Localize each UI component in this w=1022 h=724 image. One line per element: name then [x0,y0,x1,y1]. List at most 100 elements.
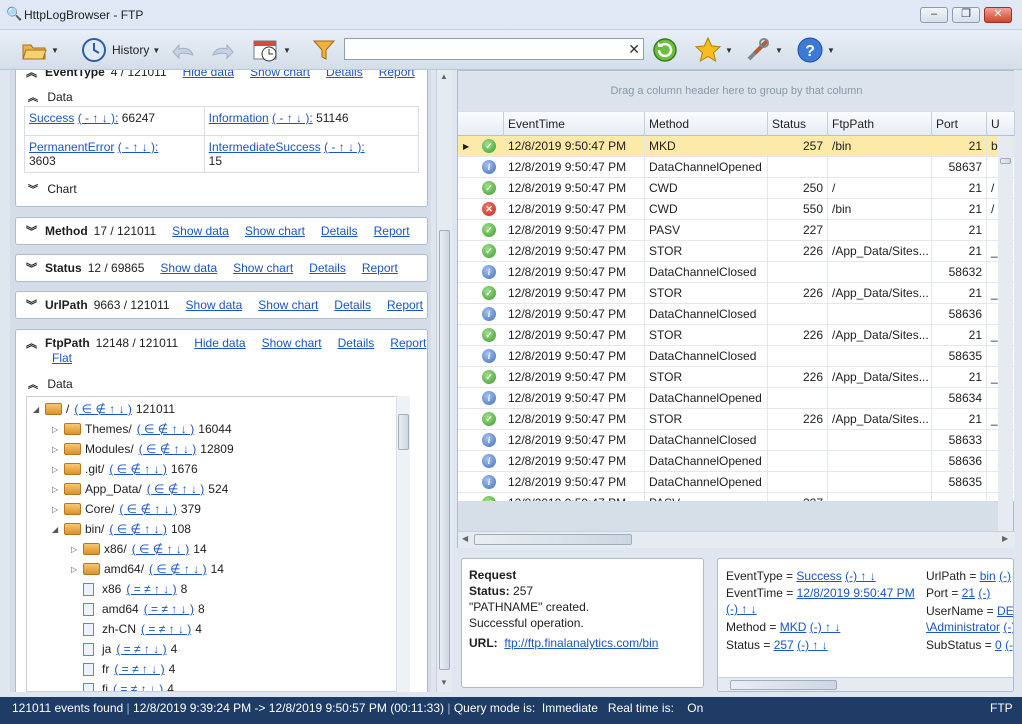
tree-node[interactable]: ◢ / ( ∈ ∉ ↑ ↓ ) 121011 [33,399,175,419]
minimize-button[interactable]: ‒ [920,7,948,23]
eventtype-hide-data-link[interactable]: Hide data [183,70,234,79]
ftppath-report-link[interactable]: Report [390,336,426,350]
expander-icon[interactable]: ◢ [52,525,64,534]
filter-ops[interactable]: (-) ↑ ↓ [726,602,757,616]
urlpath-report-link[interactable]: Report [387,298,423,312]
cell-eventtime[interactable]: 12/8/2019 9:50:47 PM [504,451,645,472]
cell-status[interactable]: 227 [768,220,828,241]
cell-method[interactable]: DataChannelClosed [645,346,768,367]
status-show-data-link[interactable]: Show data [160,261,217,275]
cell-eventtime[interactable]: 12/8/2019 9:50:47 PM [504,178,645,199]
cell-status[interactable] [768,472,828,493]
ftppath-flat-link[interactable]: Flat [52,351,72,365]
column-header-ftppath[interactable]: FtpPath [828,112,932,136]
table-row[interactable]: i 12/8/2019 9:50:47 PM DataChannelClosed 58… [458,262,1015,283]
table-row[interactable]: i 12/8/2019 9:50:47 PM DataChannelOpened 58… [458,157,1015,178]
filter-ops[interactable]: (-) [1003,620,1013,634]
cell-ftppath[interactable]: / [828,178,932,199]
cell-method[interactable]: DataChannelClosed [645,430,768,451]
cell-port[interactable]: 58636 [932,304,987,325]
cell-method[interactable]: STOR [645,241,768,262]
column-header-u[interactable]: U [987,112,1015,136]
tree-node[interactable]: fi ( = ≠ ↑ ↓ ) 4 [71,679,174,691]
tree-node[interactable]: ▷ amd64/ ( ∈ ∉ ↑ ↓ ) 14 [71,559,224,579]
close-window-button[interactable]: ✕ [984,7,1012,23]
cell-ftppath[interactable] [828,388,932,409]
collapse-icon[interactable]: ︽ [26,335,37,351]
tree-node-filter-ops[interactable]: ( ∈ ∉ ↑ ↓ ) [132,542,190,556]
cell-method[interactable]: CWD [645,199,768,220]
cell-method[interactable]: DataChannelOpened [645,388,768,409]
cell-method[interactable]: DataChannelOpened [645,472,768,493]
expander-icon[interactable]: ▷ [52,425,64,434]
tree-node-filter-ops[interactable]: ( ∈ ∉ ↑ ↓ ) [74,402,132,416]
ftppath-details-link[interactable]: Details [338,336,375,350]
prop-method-value[interactable]: MKD [780,620,807,634]
cell-status[interactable]: 226 [768,367,828,388]
cell-method[interactable]: STOR [645,409,768,430]
tree-node-filter-ops[interactable]: ( = ≠ ↑ ↓ ) [116,642,166,656]
cell-port[interactable] [932,493,987,501]
ftppath-hide-data-link[interactable]: Hide data [194,336,245,350]
filter-ops[interactable]: (-) [1005,638,1013,652]
scroll-down-icon[interactable]: ▼ [440,678,448,687]
column-header-eventtime[interactable]: EventTime [504,112,645,136]
cell-eventtime[interactable]: 12/8/2019 9:50:47 PM [504,220,645,241]
tree-node-filter-ops[interactable]: ( ∈ ∉ ↑ ↓ ) [149,562,207,576]
tree-node-filter-ops[interactable]: ( = ≠ ↑ ↓ ) [141,622,191,636]
cell-status[interactable] [768,451,828,472]
tree-node-filter-ops[interactable]: ( ∈ ∉ ↑ ↓ ) [137,422,195,436]
filter-ops[interactable]: (-) [999,569,1011,583]
prop-substatus-value[interactable]: 0 [995,638,1002,652]
prop-port-value[interactable]: 21 [962,586,975,600]
table-row[interactable]: i 12/8/2019 9:50:47 PM DataChannelClosed 58… [458,304,1015,325]
cell-method[interactable]: DataChannelClosed [645,304,768,325]
expand-icon[interactable]: ︾ [26,260,37,276]
filter-ops[interactable]: ( - ↑ ↓ ): [78,111,119,125]
table-row[interactable]: i 12/8/2019 9:50:47 PM DataChannelOpened 58… [458,388,1015,409]
cell-eventtime[interactable]: 12/8/2019 9:50:47 PM [504,346,645,367]
expander-icon[interactable]: ▷ [71,545,83,554]
cell-ftppath[interactable] [828,430,932,451]
permanenterror-link[interactable]: PermanentError [29,140,114,154]
cell-ftppath[interactable]: /App_Data/Sites... [828,367,932,388]
cell-eventtime[interactable]: 12/8/2019 9:50:47 PM [504,430,645,451]
cell-eventtime[interactable]: 12/8/2019 9:50:47 PM [504,304,645,325]
table-row[interactable]: ✕ 12/8/2019 9:50:47 PM CWD 550/bin 21/ [458,199,1015,220]
tree-node-filter-ops[interactable]: ( = ≠ ↑ ↓ ) [114,662,164,676]
cell-ftppath[interactable]: /App_Data/Sites... [828,241,932,262]
urlpath-show-chart-link[interactable]: Show chart [258,298,318,312]
help-button[interactable]: ? ▼ [796,34,835,66]
tree-scrollbar[interactable] [396,396,410,692]
tree-node[interactable]: fr ( = ≠ ↑ ↓ ) 4 [71,659,175,679]
request-panel-scrollbar[interactable] [705,558,713,692]
table-row[interactable]: ✓ 12/8/2019 9:50:47 PM CWD 250/21/ [458,178,1015,199]
cell-method[interactable]: STOR [645,367,768,388]
cell-method[interactable]: MKD [645,136,768,157]
favorites-button[interactable]: ▼ [694,34,733,66]
cell-port[interactable]: 21 [932,199,987,220]
cell-port[interactable]: 58634 [932,388,987,409]
cell-status[interactable]: 226 [768,325,828,346]
method-show-data-link[interactable]: Show data [172,224,229,238]
maximize-button[interactable]: ❐ [952,7,980,23]
cell-ftppath[interactable] [828,157,932,178]
tree-node-filter-ops[interactable]: ( ∈ ∉ ↑ ↓ ) [119,502,177,516]
request-url-link[interactable]: ftp://ftp.finalanalytics.com/bin [504,636,658,650]
collapse-icon[interactable]: ︽ [26,70,37,80]
cell-status[interactable] [768,304,828,325]
cell-ftppath[interactable] [828,346,932,367]
cell-method[interactable]: STOR [645,283,768,304]
cell-eventtime[interactable]: 12/8/2019 9:50:47 PM [504,367,645,388]
cell-eventtime[interactable]: 12/8/2019 9:50:47 PM [504,283,645,304]
scroll-up-icon[interactable]: ▲ [440,72,448,81]
cell-ftppath[interactable] [828,262,932,283]
expander-icon[interactable]: ▷ [52,505,64,514]
cell-status[interactable] [768,388,828,409]
cell-ftppath[interactable] [828,493,932,501]
cell-method[interactable]: CWD [645,178,768,199]
intermediatesuccess-link[interactable]: IntermediateSuccess [209,140,321,154]
properties-horizontal-scrollbar[interactable] [718,677,1013,691]
status-details-link[interactable]: Details [309,261,346,275]
table-row[interactable]: ▶ ✓ 12/8/2019 9:50:47 PM MKD 257/bin 21 b [458,136,1015,157]
